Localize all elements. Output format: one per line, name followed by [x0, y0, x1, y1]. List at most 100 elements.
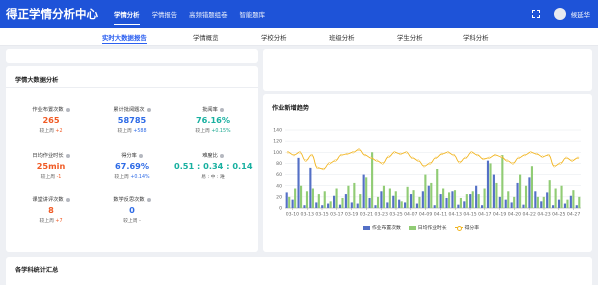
- x-tick-label: 04-13: [449, 212, 462, 218]
- stat-compare-value: +0.14%: [130, 175, 150, 180]
- bar-daily-duration: [382, 185, 386, 208]
- nav-item-xueqing-baogao[interactable]: 学情报告: [146, 0, 184, 28]
- subject-card-title: 各学科统计汇总: [15, 267, 59, 274]
- info-icon[interactable]: [65, 107, 70, 112]
- bar-homework-count: [516, 182, 519, 208]
- bar-homework-count: [380, 191, 383, 208]
- stat-value: 0: [129, 205, 135, 215]
- y-tick-label: 40: [276, 183, 282, 189]
- bar-daily-duration: [442, 188, 445, 208]
- line-point-score-rate: [476, 153, 479, 157]
- bar-homework-count: [338, 204, 342, 208]
- bar-daily-duration: [471, 191, 474, 208]
- bar-homework-count: [498, 196, 501, 208]
- line-point-score-rate: [351, 151, 355, 154]
- info-icon[interactable]: [65, 153, 70, 158]
- legend-item-score-rate[interactable]: 得分率: [454, 224, 479, 231]
- bar-daily-duration: [548, 180, 551, 208]
- bar-homework-count: [350, 202, 353, 208]
- line-point-score-rate: [411, 156, 414, 160]
- main-nav: 学情分析 学情报告 高频错题组卷 智能题库: [108, 0, 271, 28]
- username[interactable]: 候延华: [571, 10, 590, 19]
- bar-daily-duration: [400, 201, 403, 208]
- stat-label: 难度比: [202, 153, 218, 159]
- legend-item-duration[interactable]: 日均作业时长: [408, 224, 447, 231]
- avatar[interactable]: [553, 8, 566, 20]
- fullscreen-icon[interactable]: [531, 10, 540, 18]
- info-icon[interactable]: [219, 107, 224, 112]
- top-nav-bar: 得正学情分析中心 学情分析 学情报告 高频错题组卷 智能题库 候延华: [0, 0, 598, 28]
- bar-homework-count: [457, 204, 460, 208]
- stat-reflection-count: 数学反思次数 0 较上周 -: [97, 196, 167, 224]
- line-point-score-rate: [547, 153, 550, 157]
- line-point-score-rate: [511, 162, 515, 165]
- bar-daily-duration: [412, 190, 415, 208]
- legend-item-homework[interactable]: 作业布置次数: [363, 224, 401, 231]
- y-tick-label: 100: [273, 150, 282, 156]
- line-point-score-rate: [488, 156, 491, 160]
- bar-homework-count: [415, 203, 418, 208]
- line-point-score-rate: [565, 156, 568, 160]
- bar-daily-duration: [353, 182, 356, 208]
- x-tick-label: 03-17: [330, 212, 343, 218]
- nav-item-xueqing-fenxi[interactable]: 学情分析: [108, 0, 146, 28]
- tab-realtime-report[interactable]: 实时大数据报告: [102, 28, 147, 46]
- line-point-score-rate: [541, 155, 544, 158]
- tab-subject-analysis[interactable]: 学科分析: [463, 28, 489, 46]
- line-point-score-rate: [529, 151, 532, 154]
- info-icon[interactable]: [146, 197, 151, 202]
- bar-homework-count: [463, 201, 466, 208]
- bar-homework-count: [362, 174, 365, 208]
- bar-homework-count: [321, 205, 324, 208]
- legend-label: 得分率: [464, 226, 479, 231]
- line-point-score-rate: [357, 148, 361, 151]
- bar-daily-duration: [430, 182, 433, 208]
- stat-value: 25min: [36, 161, 66, 171]
- bar-daily-duration: [578, 196, 581, 208]
- bar-daily-duration: [335, 188, 338, 208]
- x-tick-label: 04-09: [419, 212, 432, 218]
- line-point-score-rate: [334, 159, 337, 162]
- x-tick-label: 03-21: [360, 212, 373, 218]
- bar-homework-count: [297, 157, 300, 208]
- info-icon[interactable]: [146, 107, 151, 112]
- line-point-score-rate: [417, 159, 420, 162]
- x-tick-label: 04-15: [463, 212, 476, 218]
- x-tick-label: 04-25: [552, 212, 565, 218]
- x-tick-label: 04-23: [537, 212, 550, 218]
- nav-item-cuoti-zujuan[interactable]: 高频错题组卷: [183, 0, 233, 28]
- legend-label: 日均作业时长: [417, 226, 447, 231]
- bar-daily-duration: [371, 152, 374, 208]
- stat-lecture-count: 课堂讲评次数 8 较上周 +7: [16, 196, 86, 224]
- stat-homework-count: 作业布置次数 265 较上周 +2: [16, 106, 86, 134]
- line-point-score-rate: [570, 159, 574, 162]
- bar-daily-duration: [459, 197, 462, 208]
- y-tick-label: 0: [279, 206, 282, 212]
- bar-daily-duration: [477, 194, 480, 208]
- nav-item-zhineng-tiku[interactable]: 智能题库: [233, 0, 271, 28]
- info-icon[interactable]: [219, 153, 224, 158]
- stat-review-rate: 批阅率 76.16% 较上周 +0.15%: [178, 106, 248, 134]
- line-point-score-rate: [559, 162, 562, 165]
- info-icon[interactable]: [138, 153, 143, 158]
- stat-label: 作业布置次数: [32, 107, 64, 113]
- info-icon[interactable]: [65, 197, 70, 202]
- line-point-score-rate: [375, 159, 378, 162]
- line-point-score-rate: [440, 152, 444, 156]
- bar-homework-count: [575, 205, 578, 208]
- bar-homework-count: [534, 191, 537, 208]
- bar-daily-duration: [536, 196, 539, 208]
- tab-overview[interactable]: 学情概览: [193, 28, 219, 46]
- line-point-score-rate: [517, 156, 520, 160]
- bar-daily-duration: [317, 194, 320, 208]
- stat-review-count: 累计批阅题次 58785 较上周 +588: [97, 106, 167, 134]
- tab-student-analysis[interactable]: 学生分析: [397, 28, 423, 46]
- chart-legend: 作业布置次数 日均作业时长 得分率: [363, 224, 487, 231]
- x-tick-label: 04-17: [478, 212, 491, 218]
- tab-class-analysis[interactable]: 班级分析: [329, 28, 355, 46]
- stats-card-title: 学情大数据分析: [15, 77, 59, 84]
- legend-swatch: [363, 225, 370, 230]
- tab-school-analysis[interactable]: 学校分析: [261, 28, 287, 46]
- stat-value: 67.69%: [114, 161, 150, 171]
- top-right-tools: 候延华: [531, 0, 590, 28]
